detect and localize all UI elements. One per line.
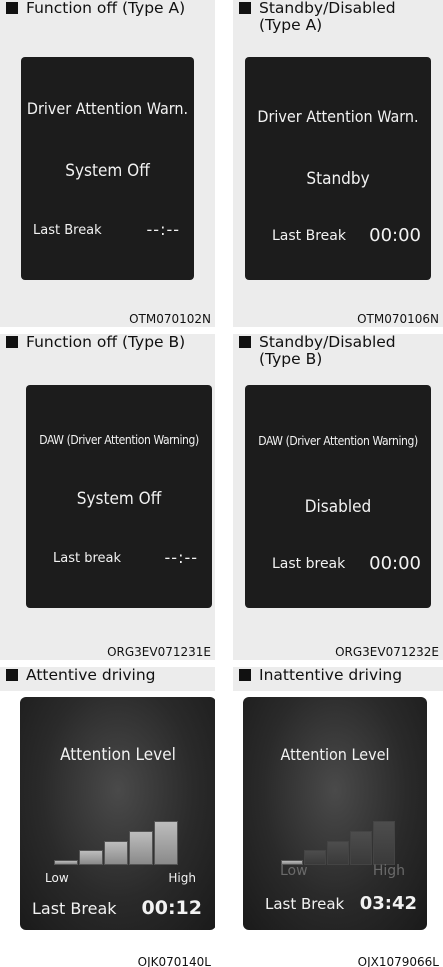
panel-function-off-type-b: Function off (Type B) DAW (Driver Attent… — [0, 334, 215, 660]
screen-title: Attention Level — [280, 745, 390, 764]
display-screen: DAW (Driver Attention Warning) System Of… — [26, 385, 212, 608]
system-status: System Off — [76, 489, 162, 509]
system-status: Disabled — [304, 497, 372, 517]
last-break-label: Last Break — [272, 228, 346, 244]
figure-code: ORG3EV071231E — [107, 645, 211, 659]
screen-title: Driver Attention Warn. — [26, 99, 189, 118]
last-break-label: Last break — [272, 556, 346, 572]
level-bar-5 — [154, 821, 178, 865]
bullet-square-icon — [6, 669, 18, 681]
attention-level-bars — [54, 801, 182, 865]
level-high-label: High — [372, 863, 405, 879]
display-screen: Attention Level Low High Last Break 00:1… — [20, 697, 215, 930]
bullet-square-icon — [239, 669, 251, 681]
bullet-square-icon — [239, 2, 251, 14]
caption-text: Function off (Type A) — [26, 0, 186, 17]
panel-caption: Attentive driving — [0, 667, 215, 691]
level-bar-2 — [79, 850, 103, 865]
system-status: Standby — [306, 169, 370, 189]
panel-inattentive-driving: Inattentive driving Attention Level Low … — [233, 667, 443, 967]
panel-standby-type-a: Standby/Disabled (Type A) Driver Attenti… — [233, 0, 443, 327]
last-break-label: Last Break — [265, 895, 345, 913]
last-break-value: 00:12 — [141, 897, 202, 919]
figure-code: ORG3EV071232E — [335, 645, 439, 659]
display-screen: Driver Attention Warn. System Off Last B… — [21, 57, 194, 280]
level-high-label: High — [168, 871, 196, 885]
caption-text: Standby/Disabled (Type A) — [259, 0, 396, 34]
screen-title: Driver Attention Warn. — [257, 107, 419, 126]
display-screen: DAW (Driver Attention Warning) Disabled … — [245, 385, 431, 608]
display-screen: Attention Level Low High Last Break 03:4… — [243, 697, 427, 930]
panel-function-off-type-a: Function off (Type A) Driver Attention W… — [0, 0, 215, 327]
last-break-value: 00:00 — [369, 553, 421, 574]
caption-text: Inattentive driving — [259, 667, 403, 684]
figure-code: OTM070106N — [357, 312, 439, 326]
level-bar-4 — [350, 831, 372, 865]
panel-standby-type-b: Standby/Disabled (Type B) DAW (Driver At… — [233, 334, 443, 660]
figure-code: OJX1079066L — [357, 955, 439, 967]
panel-caption: Inattentive driving — [233, 667, 443, 691]
display-screen: Driver Attention Warn. Standby Last Brea… — [245, 57, 431, 280]
last-break-value: --:-- — [146, 220, 180, 239]
panel-caption: Function off (Type B) — [4, 334, 214, 351]
bullet-square-icon — [6, 336, 18, 348]
screen-title: DAW (Driver Attention Warning) — [258, 434, 418, 448]
last-break-label: Last break — [53, 551, 122, 566]
panel-caption: Standby/Disabled (Type A) — [237, 0, 443, 34]
level-bar-3 — [104, 841, 128, 865]
last-break-label: Last Break — [32, 899, 117, 918]
last-break-value: 03:42 — [359, 893, 417, 914]
panel-caption: Function off (Type A) — [4, 0, 214, 17]
attention-level-bars — [281, 801, 399, 865]
last-break-label: Last Break — [33, 223, 102, 238]
last-break-value: --:-- — [164, 548, 198, 567]
last-break-value: 00:00 — [369, 225, 421, 246]
bullet-square-icon — [239, 336, 251, 348]
panel-attentive-driving: Attentive driving Attention Level Low Hi… — [0, 667, 215, 967]
screen-title: Attention Level — [60, 745, 176, 765]
caption-text: Attentive driving — [26, 667, 156, 684]
figure-code: OJK070140L — [137, 955, 211, 967]
level-low-label: Low — [280, 863, 308, 879]
level-bar-3 — [327, 841, 349, 865]
panel-caption: Standby/Disabled (Type B) — [237, 334, 443, 368]
caption-text: Standby/Disabled (Type B) — [259, 334, 396, 368]
figure-code: OTM070102N — [129, 312, 211, 326]
system-status: System Off — [65, 161, 150, 181]
screen-title: DAW (Driver Attention Warning) — [39, 433, 199, 447]
caption-text: Function off (Type B) — [26, 334, 186, 351]
level-bar-5 — [373, 821, 395, 865]
bullet-square-icon — [6, 2, 18, 14]
level-bar-1 — [54, 860, 78, 865]
level-bar-4 — [129, 831, 153, 865]
level-low-label: Low — [45, 871, 69, 885]
